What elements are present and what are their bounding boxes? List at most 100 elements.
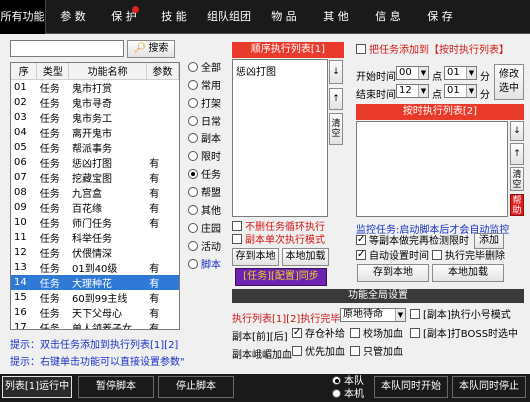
radio-dot[interactable] [188, 205, 198, 215]
checkbox-box[interactable] [292, 346, 302, 356]
category-radio[interactable]: 常用 [188, 80, 221, 94]
checkbox-box[interactable] [432, 250, 442, 260]
table-row[interactable]: 11 任务 科举任务 [11, 230, 179, 245]
category-radio[interactable]: 限时 [188, 151, 221, 165]
seq-clear-button[interactable]: 清空 [329, 113, 343, 145]
tab-params[interactable]: 参 数 [47, 0, 99, 34]
wait-checkbox[interactable]: 等副本做完再检测限时 [356, 233, 469, 248]
schedule-clear-button[interactable]: 清空 [510, 167, 524, 191]
table-row[interactable]: 14 任务 大理种花有 [11, 274, 179, 290]
search-input[interactable] [10, 40, 124, 57]
checkbox-box[interactable] [350, 346, 360, 356]
radio-dot[interactable] [188, 241, 198, 251]
add-to-schedule-checkbox[interactable]: 把任务添加到【按时执行列表】 [356, 44, 509, 57]
radio-dot[interactable] [188, 80, 198, 90]
restock-checkbox[interactable]: 存仓补给 [292, 326, 345, 341]
table-row[interactable]: 05 任务 帮派事务 [11, 140, 179, 155]
tab-info[interactable]: 信 息 [363, 0, 413, 34]
single-run-checkbox[interactable]: 副本单次执行模式 [232, 234, 325, 247]
table-row[interactable]: 06 任务 惩凶打图 有 [11, 155, 179, 170]
table-row[interactable]: 17 任务 单人领养子女 有 [11, 320, 179, 330]
priority-heal-checkbox[interactable]: 优先加血 [292, 346, 345, 359]
checkbox-box[interactable] [232, 234, 242, 244]
category-radio[interactable]: 活动 [188, 241, 221, 255]
radio-dot[interactable] [188, 151, 198, 161]
category-radio[interactable]: 全部 [188, 62, 221, 76]
seq-save-button[interactable]: 存到本地 [232, 248, 279, 266]
loop-checkbox[interactable]: 不删任务循环执行 [232, 221, 325, 234]
boss-select-checkbox[interactable]: [副本]打BOSS时选中 [410, 328, 518, 341]
table-row[interactable]: 16 任务 天下父母心 有 [11, 305, 179, 320]
table-row[interactable]: 07 任务 挖藏宝图 有 [11, 170, 179, 185]
table-row[interactable]: 15 任务 60到99主线 有 [11, 290, 179, 305]
checkbox-box[interactable] [356, 44, 366, 54]
radio-dot[interactable] [188, 116, 198, 126]
pause-script-button[interactable]: 暂停脚本 [78, 376, 154, 398]
category-radio[interactable]: 庄园 [188, 223, 221, 237]
checkbox-box[interactable] [356, 233, 366, 246]
arena-heal-checkbox[interactable]: 校场加血 [350, 328, 403, 341]
stop-script-button[interactable]: 停止脚本 [158, 376, 234, 398]
seq-load-button[interactable]: 本地加载 [282, 248, 329, 266]
radio-dot[interactable] [188, 62, 198, 72]
tab-items[interactable]: 物 品 [259, 0, 309, 34]
radio-dot[interactable] [188, 187, 198, 197]
radio-dot[interactable] [188, 98, 198, 108]
sync-button[interactable]: [任务][配置]同步 [235, 268, 327, 286]
tab-skills[interactable]: 技 能 [149, 0, 199, 34]
table-row[interactable]: 13 任务 01到40级 有 [11, 260, 179, 275]
tab-protect[interactable]: 保 护 [100, 0, 148, 34]
column-header[interactable]: 序 [11, 63, 38, 80]
auto-time-checkbox[interactable]: 自动设置时间 [356, 248, 429, 263]
delete-after-checkbox[interactable]: 执行完毕删除 [432, 250, 505, 263]
schedule-move-down-button[interactable]: ↓ [510, 121, 524, 141]
column-header[interactable]: 参数 [146, 63, 179, 80]
start-hour-select[interactable]: 00 ▼ [396, 66, 429, 80]
radio-dot[interactable] [188, 169, 198, 179]
table-row[interactable]: 08 任务 九宫盒 有 [11, 185, 179, 200]
start-minute-select[interactable]: 01 ▼ [444, 66, 477, 80]
end-minute-select[interactable]: 01 ▼ [444, 84, 477, 98]
radio-team[interactable]: 本队 [332, 376, 364, 388]
category-radio[interactable]: 其他 [188, 205, 221, 219]
table-row[interactable]: 01 任务 鬼市打赏 [11, 79, 179, 95]
category-radio[interactable]: 帮盟 [188, 187, 221, 201]
checkbox-box[interactable] [410, 309, 420, 319]
schedule-move-up-button[interactable]: ↑ [510, 143, 524, 165]
category-radio[interactable]: 打架 [188, 98, 221, 112]
table-row[interactable]: 04 任务 离开鬼市 [11, 125, 179, 140]
checkbox-box[interactable] [410, 328, 420, 338]
category-radio[interactable]: 日常 [188, 116, 221, 130]
radio-dot[interactable] [188, 133, 198, 143]
move-down-button[interactable]: ↓ [329, 60, 343, 84]
modify-selected-button[interactable]: 修改选中 [494, 64, 524, 100]
run-list-button[interactable]: 列表[1]运行中 [2, 376, 72, 398]
move-up-button[interactable]: ↑ [329, 88, 343, 110]
radio-dot[interactable] [332, 376, 341, 385]
search-button[interactable]: 🔎︎ 搜索 [127, 40, 175, 58]
radio-dot[interactable] [188, 223, 198, 233]
team-start-button[interactable]: 本队同时开始 [374, 376, 448, 398]
tab-save[interactable]: 保 存 [414, 0, 466, 34]
checkbox-box[interactable] [350, 328, 360, 338]
checkbox-box[interactable] [292, 326, 302, 339]
schedule-save-button[interactable]: 存到本地 [357, 264, 429, 282]
after-finish-select[interactable]: 原地待命 ▼ [340, 308, 406, 322]
tab-other[interactable]: 其 他 [310, 0, 362, 34]
category-radio[interactable]: 副本 [188, 133, 221, 147]
radio-dot[interactable] [332, 389, 341, 398]
team-stop-button[interactable]: 本队同时停止 [452, 376, 526, 398]
radio-dot[interactable] [188, 259, 198, 269]
table-row[interactable]: 02 任务 鬼市寻奇 [11, 95, 179, 110]
table-row[interactable]: 10 任务 师门任务 有 [11, 215, 179, 230]
tab-all-functions[interactable]: 所有功能 [0, 0, 46, 34]
table-row[interactable]: 09 任务 百花缘 有 [11, 200, 179, 215]
list-item[interactable]: 惩凶打图 [233, 60, 327, 81]
category-radio[interactable]: 脚本 [188, 259, 221, 273]
function-table[interactable]: 序 类型 功能名称 参数 01 任务 鬼市打赏 02 任务 鬼市寻奇 03 任务 鬼市务工 04 任… [10, 62, 180, 330]
tab-team[interactable]: 组队组团 [200, 0, 258, 34]
schedule-list-box[interactable] [356, 121, 508, 217]
end-hour-select[interactable]: 12 ▼ [396, 84, 429, 98]
category-radio[interactable]: 任务 [188, 169, 221, 183]
table-row[interactable]: 12 任务 伏偎情深 [11, 245, 179, 260]
